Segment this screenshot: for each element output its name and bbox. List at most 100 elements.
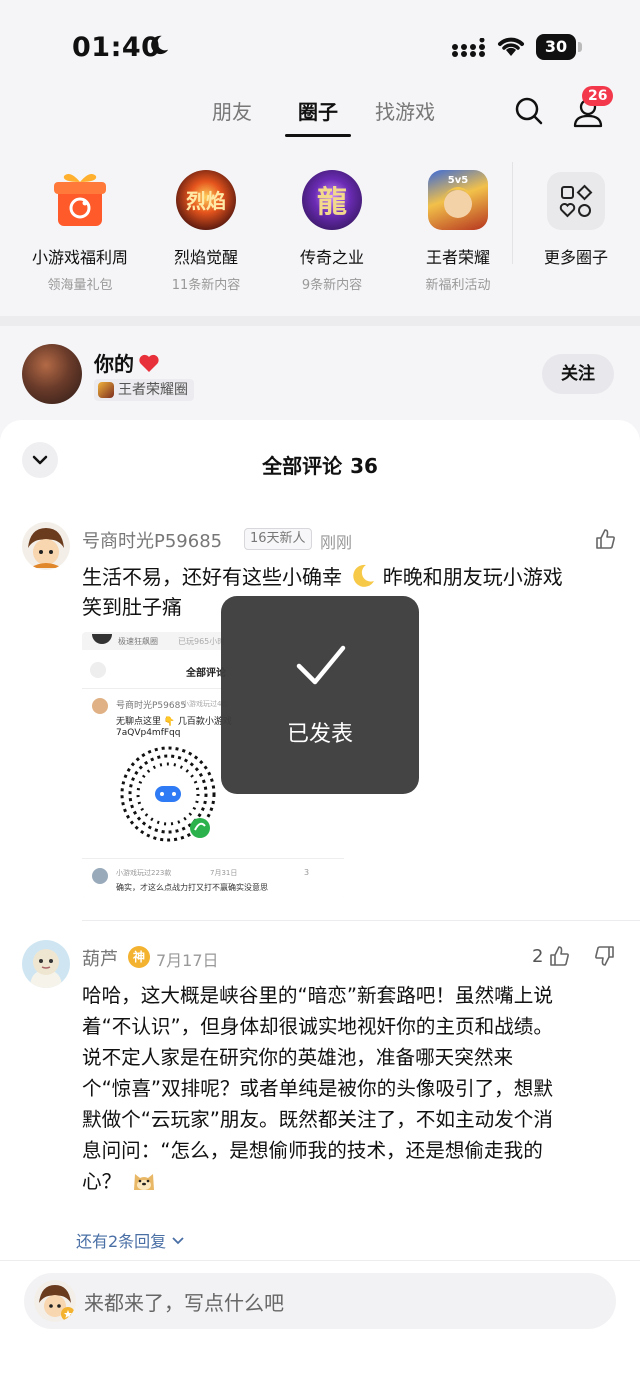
image-comment-name: 号商时光P59685 — [116, 701, 187, 711]
circle-name: 烈焰觉醒 — [173, 248, 238, 267]
game-wangzhe-icon: 5v5 — [428, 170, 488, 230]
circle-item-more[interactable]: 更多圈子 — [510, 160, 640, 268]
image-reply-likes: 3 — [304, 868, 310, 877]
tab-friends[interactable]: 朋友 — [212, 96, 252, 125]
notification-badge: 26 — [582, 86, 614, 106]
comment-avatar[interactable] — [22, 522, 70, 570]
comment-line: 哈哈，这大概是峡谷里的“暗恋”新套路吧！虽然嘴上说 — [82, 984, 553, 1007]
image-reply-name: 小游戏玩过223款 — [116, 869, 172, 877]
cellular-signal-icon — [452, 38, 485, 57]
chevron-down-icon — [172, 1237, 184, 1245]
circle-name: 传奇之业 — [299, 248, 364, 267]
image-reply-date: 7月31日 — [210, 869, 238, 877]
comment-input-placeholder: 来都来了，写点什么吧 — [84, 1291, 284, 1315]
my-avatar — [34, 1280, 76, 1322]
heart-icon — [139, 354, 159, 372]
comment-time: 刚刚 — [320, 533, 353, 552]
comment-time: 7月17日 — [156, 951, 219, 970]
image-comment-text: 无聊点这里 👇 几百款小游戏 — [116, 717, 232, 727]
circles-row: 小游戏福利周 领海量礼包 烈焰 烈焰觉醒 11条新内容 龍 传奇之业 9条新内容… — [0, 160, 640, 310]
comments-count: 36 — [350, 454, 378, 478]
checkmark-icon — [296, 645, 346, 685]
image-comment-avatar — [92, 698, 108, 714]
like-count: 2 — [532, 946, 544, 967]
comment-line-last: 心？ — [82, 1166, 618, 1197]
circle-item-wangzhe[interactable]: 5v5 王者荣耀 新福利活动 — [392, 160, 524, 293]
circle-tag-icon — [98, 382, 114, 398]
wifi-icon — [498, 37, 524, 56]
comment-text: 哈哈，这大概是峡谷里的“暗恋”新套路吧！虽然嘴上说 着“不认识”，但身体却很诚实… — [82, 980, 618, 1197]
circle-name: 更多圈子 — [543, 248, 608, 267]
image-header-name: 极速狂飙圈 — [118, 637, 158, 646]
comment-text-part: 生活不易，还好有这些小确幸 — [82, 565, 342, 589]
post-author-avatar[interactable] — [22, 344, 82, 404]
comments-title: 全部评论 36 — [0, 450, 640, 479]
comment-text-part: 笑到肚子痛 — [82, 595, 182, 619]
moon-icon — [151, 35, 169, 55]
battery-indicator: 30 — [536, 34, 582, 60]
post-author-name[interactable]: 你的 — [94, 348, 160, 377]
image-title: 全部评论 — [186, 668, 226, 679]
circle-item-welfare[interactable]: 小游戏福利周 领海量礼包 — [14, 160, 146, 293]
comment-line: 心？ — [82, 1170, 122, 1193]
top-navigation: 朋友 圈子 找游戏 — [0, 88, 640, 144]
crescent-moon-icon — [353, 564, 375, 587]
svg-text:龍: 龍 — [317, 185, 347, 220]
comment-line: 默做个“云玩家”朋友。既然都关注了，不如主动发个消 — [82, 1108, 553, 1131]
thumbs-down-icon[interactable] — [594, 945, 616, 967]
svg-text:烈焰: 烈焰 — [186, 189, 226, 213]
tab-find-games[interactable]: 找游戏 — [375, 96, 435, 125]
circle-item-lieyan[interactable]: 烈焰 烈焰觉醒 11条新内容 — [140, 160, 272, 293]
thumbs-up-icon[interactable] — [548, 945, 570, 967]
more-replies-link[interactable]: 还有2条回复 — [76, 1228, 185, 1252]
gift-icon — [50, 170, 110, 230]
circle-subtitle: 11条新内容 — [171, 278, 241, 293]
post-circle-tag[interactable]: 王者荣耀圈 — [94, 379, 194, 401]
comments-title-label: 全部评论 — [262, 454, 343, 478]
battery-nub — [578, 42, 582, 52]
image-collapse — [90, 662, 106, 678]
image-comment-code: 7aQVp4mfFqq — [116, 728, 181, 738]
comment-input[interactable]: 来都来了，写点什么吧 — [24, 1273, 616, 1329]
circle-item-chuanqi[interactable]: 龍 传奇之业 9条新内容 — [266, 160, 398, 293]
level-badge: 神 — [128, 946, 150, 968]
comment-avatar[interactable] — [22, 940, 70, 988]
circle-subtitle: 新福利活动 — [425, 278, 491, 293]
svg-text:5v5: 5v5 — [448, 175, 468, 186]
more-grid-icon — [547, 172, 605, 230]
posted-toast: 已发表 — [221, 596, 419, 794]
comment-divider — [82, 920, 640, 921]
circle-subtitle: 9条新内容 — [301, 278, 363, 293]
comment-username[interactable]: 号商时光P59685 — [82, 527, 222, 553]
doge-emoji-icon — [134, 1174, 155, 1190]
tab-circles[interactable]: 圈子 — [298, 96, 338, 125]
follow-button[interactable]: 关注 — [542, 354, 614, 394]
circle-name: 小游戏福利周 — [31, 248, 128, 267]
comment-line: 个“惊喜”双排呢？或者单纯是被你的头像吸引了，想默 — [82, 1077, 553, 1100]
comment-line: 说不定人家是在研究你的英雄池，准备哪天突然来 — [82, 1046, 514, 1069]
thumbs-up-icon[interactable] — [594, 528, 616, 550]
circle-subtitle: 领海量礼包 — [47, 278, 113, 293]
comment-line: 息问问：“怎么，是想偷师我的技术，还是想偷走我的 — [82, 1139, 543, 1162]
comment-line: 着“不认识”，但身体却很诚实地视奸你的主页和战绩。 — [82, 1015, 553, 1038]
image-header-meta: 已玩965小时 — [178, 637, 226, 646]
image-divider — [82, 858, 344, 859]
image-reply-avatar — [92, 868, 108, 884]
search-icon[interactable] — [514, 96, 544, 126]
comment-username[interactable]: 葫芦 — [82, 945, 118, 971]
image-avatar — [92, 634, 112, 644]
section-gap — [0, 316, 640, 326]
game-chuanqi-icon: 龍 — [302, 170, 362, 230]
circle-name: 王者荣耀 — [425, 248, 490, 267]
game-lieyan-icon: 烈焰 — [176, 170, 236, 230]
active-tab-indicator — [285, 134, 351, 137]
post-header: 你的 王者荣耀圈 关注 — [0, 326, 640, 422]
user-tag: 16天新人 — [244, 528, 312, 550]
image-reply-text: 确实，才这么点战力打又打不赢确实没意思 — [116, 883, 268, 892]
circle-tag-label: 王者荣耀圈 — [118, 382, 188, 398]
comment-input-bar: 来都来了，写点什么吧 — [0, 1260, 640, 1390]
qr-code — [114, 740, 222, 848]
status-bar: 01:40 30 — [0, 0, 640, 92]
battery-level: 30 — [536, 34, 576, 60]
post-author-label: 你的 — [94, 352, 134, 376]
